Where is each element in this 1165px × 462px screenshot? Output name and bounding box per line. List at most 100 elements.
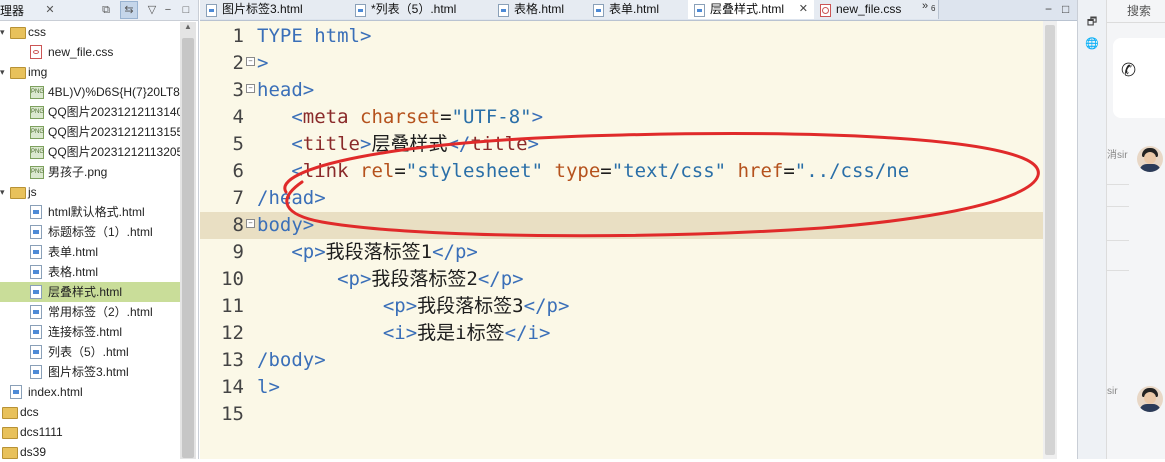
code-token: = <box>600 160 612 182</box>
chat-search-label[interactable]: 搜索 <box>1127 2 1151 19</box>
explorer-scrollbar[interactable]: ▲ <box>180 22 196 459</box>
folder-icon <box>10 27 26 39</box>
tree-file[interactable]: PNG 4BL)V)%D6S{H(7}20LT8 <box>0 82 180 102</box>
tree-project[interactable]: dcs <box>0 402 180 422</box>
code-line[interactable]: 12 <i>我是i标签</i> <box>200 320 1043 347</box>
tree-file[interactable]: html默认格式.html <box>0 202 180 222</box>
line-number: 2 <box>232 52 244 74</box>
globe-icon[interactable]: 🌐 <box>1084 36 1100 52</box>
tree-file[interactable]: 表格.html <box>0 262 180 282</box>
code-token: < <box>291 106 303 128</box>
tree-item-label: 4BL)V)%D6S{H(7}20LT8 <box>48 85 180 99</box>
code-line[interactable]: 13/body> <box>200 347 1043 374</box>
fold-toggle-icon[interactable]: − <box>246 84 255 93</box>
code-line[interactable]: 10 <p>我段落标签2</p> <box>200 266 1043 293</box>
editor-scroll-thumb[interactable] <box>1045 25 1055 455</box>
code-text: <p>我段落标签3</p> <box>257 293 570 320</box>
tree-project[interactable]: dcs1111 <box>0 422 180 442</box>
editor-tab[interactable]: new_file.css <box>814 0 939 19</box>
code-line[interactable]: 8− body> <box>200 212 1043 239</box>
code-line[interactable]: 3− head> <box>200 77 1043 104</box>
tree-file[interactable]: 连接标签.html <box>0 322 180 342</box>
maximize-icon[interactable]: □ <box>1062 0 1069 19</box>
tree-file[interactable]: PNG QQ图片20231212113140 <box>0 102 180 122</box>
fold-toggle-icon[interactable]: − <box>246 219 255 228</box>
phone-icon[interactable]: ✆ <box>1121 60 1136 81</box>
editor-tab[interactable]: 表格.html <box>492 0 588 19</box>
tab-label: 层叠样式.html <box>710 2 785 16</box>
code-line[interactable]: 6 <link rel="stylesheet" type="text/css"… <box>200 158 1043 185</box>
chat-name-fragment-2: sir <box>1107 386 1118 397</box>
code-line[interactable]: 15 <box>200 401 1043 428</box>
code-line[interactable]: 1 TYPE html> <box>200 23 1043 50</box>
tree-file[interactable]: 列表（5）.html <box>0 342 180 362</box>
code-line[interactable]: 7/head> <box>200 185 1043 212</box>
html-file-icon <box>694 4 705 17</box>
expand-arrow-icon[interactable]: ▾ <box>0 62 10 82</box>
expand-arrow-icon[interactable]: ▾ <box>0 182 10 202</box>
minimize-icon[interactable]: − <box>160 2 176 18</box>
code-token: <p> <box>382 295 418 317</box>
code-token: "../css/ne <box>794 160 910 182</box>
tree-file[interactable]: PNG QQ图片20231212113205 <box>0 142 180 162</box>
maximize-icon[interactable]: □ <box>178 2 194 18</box>
tab-close-icon[interactable]: ✕ <box>799 0 808 19</box>
tree-item-label: index.html <box>28 385 83 399</box>
contact-avatar-2[interactable] <box>1137 386 1163 412</box>
tree-file[interactable]: PNG QQ图片20231212113155 <box>0 122 180 142</box>
editor-tab[interactable]: 表单.html <box>587 0 689 19</box>
code-token: link <box>302 160 349 182</box>
chat-separator <box>1107 240 1129 241</box>
line-number: 15 <box>221 403 244 425</box>
tree-file[interactable]: 层叠样式.html <box>0 282 180 302</box>
editor-tab[interactable]: 层叠样式.html ✕ <box>688 0 815 19</box>
tree-item-label: 图片标签3.html <box>48 365 129 379</box>
tree-folder[interactable]: ▾ img <box>0 62 180 82</box>
link-with-editor-icon[interactable]: ⇆ <box>120 1 138 19</box>
fold-toggle-icon[interactable]: − <box>246 57 255 66</box>
tree-item-label: 表单.html <box>48 245 99 259</box>
tree-file[interactable]: 图片标签3.html <box>0 362 180 382</box>
restore-icon[interactable]: 🗗 <box>1084 14 1100 30</box>
code-text: head> <box>257 77 314 104</box>
code-text: > <box>257 50 268 77</box>
code-token: body> <box>257 214 315 236</box>
tree-file[interactable]: index.html <box>0 382 180 402</box>
tree-file[interactable]: new_file.css <box>0 42 180 62</box>
tree-folder[interactable]: ▾ js <box>0 182 180 202</box>
tree-item-label: ds39 <box>20 445 47 459</box>
explorer-title: 理器 <box>0 4 25 18</box>
code-line[interactable]: 9 <p>我段落标签1</p> <box>200 239 1043 266</box>
code-line[interactable]: 11 <p>我段落标签3</p> <box>200 293 1043 320</box>
tree-file[interactable]: 常用标签（2）.html <box>0 302 180 322</box>
scroll-up-arrow-icon[interactable]: ▲ <box>180 22 196 36</box>
editor-scrollbar[interactable] <box>1043 21 1057 459</box>
code-line[interactable]: 4 <meta charset="UTF-8"> <box>200 104 1043 131</box>
line-number: 5 <box>232 133 244 155</box>
editor-tab[interactable]: 图片标签3.html <box>200 0 350 19</box>
code-editor[interactable]: 1 TYPE html> 2− >3− head> 4 <meta charset="UT… <box>200 21 1057 459</box>
tab-overflow-icon[interactable]: » <box>922 0 928 12</box>
tree-file[interactable]: 表单.html <box>0 242 180 262</box>
code-line[interactable]: 5 <title>层叠样式</title> <box>200 131 1043 158</box>
chat-separator <box>1107 270 1129 271</box>
editor-tab[interactable]: *列表（5）.html <box>349 0 493 19</box>
code-token: 我是i标签 <box>417 322 505 344</box>
code-line[interactable]: 2− > <box>200 50 1043 77</box>
tree-file[interactable]: PNG 男孩子.png <box>0 162 180 182</box>
code-line[interactable]: 14 l> <box>200 374 1043 401</box>
collapse-all-icon[interactable]: ⧉ <box>98 2 114 18</box>
folder-icon <box>2 447 18 459</box>
tree-project[interactable]: ds39 <box>0 442 180 462</box>
contact-avatar[interactable] <box>1137 146 1163 172</box>
minimize-icon[interactable]: − <box>1045 0 1052 19</box>
tree-folder[interactable]: ▾ css <box>0 22 180 42</box>
explorer-scroll-thumb[interactable] <box>182 38 194 458</box>
code-token: /body> <box>257 349 326 371</box>
tree-file[interactable]: 标题标签（1）.html <box>0 222 180 242</box>
close-icon[interactable]: ✕ <box>42 2 58 18</box>
code-token: 我段落标签1 <box>325 241 433 263</box>
expand-arrow-icon[interactable]: ▾ <box>0 22 10 42</box>
view-menu-icon[interactable]: ▽ <box>144 2 160 18</box>
